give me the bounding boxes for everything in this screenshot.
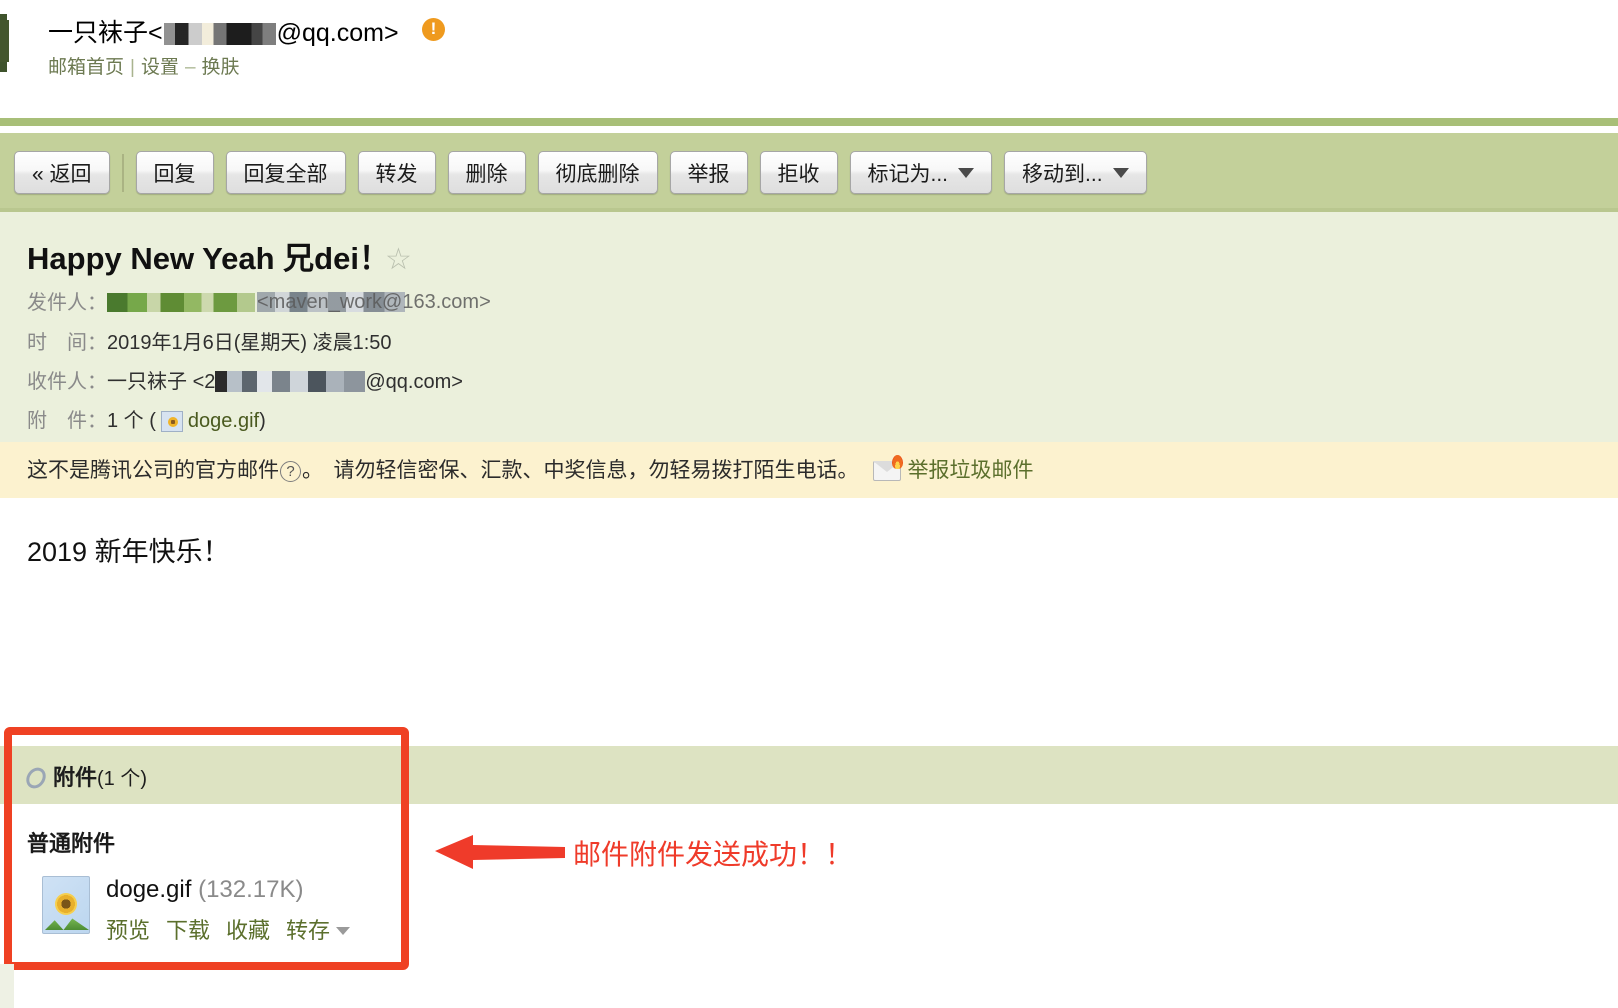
mark-as-button[interactable]: 标记为... xyxy=(849,151,993,194)
account-warning-badge[interactable]: ! xyxy=(422,18,445,41)
mail-subject: Happy New Yeah 兄dei！ xyxy=(27,241,390,276)
move-to-button[interactable]: 移动到... xyxy=(1004,151,1147,194)
date-label: 时 间： xyxy=(27,332,107,354)
warning-text-line: 这不是腾讯公司的官方邮件?。 请勿轻信密保、汇款、中奖信息，勿轻易拨打陌生电话。… xyxy=(27,454,1034,484)
to-address-prefix: <2 xyxy=(192,371,216,393)
mail-body: 2019 新年快乐！ xyxy=(0,498,1618,738)
help-question-icon[interactable]: ? xyxy=(280,461,301,482)
paperclip-icon xyxy=(22,763,50,793)
annotation-arrow-icon xyxy=(435,835,565,869)
from-label: 发件人： xyxy=(27,292,107,314)
reply-button[interactable]: 回复 xyxy=(135,151,214,194)
mail-toolbar: « 返回 回复 回复全部 转发 删除 彻底删除 举报 拒收 标记为... 移动到… xyxy=(0,133,1618,208)
delete-button[interactable]: 删除 xyxy=(447,151,526,194)
mark-as-label: 标记为... xyxy=(867,162,949,186)
annotation-text: 邮件附件发送成功！！ xyxy=(573,839,854,870)
move-to-label: 移动到... xyxy=(1022,162,1103,186)
attachment-row: 附 件：1 个 ( doge.gif) xyxy=(27,404,266,433)
from-row: 发件人： <maven_work@163.com> xyxy=(27,286,491,315)
attachment-file-row: doge.gif (132.17K) xyxy=(106,876,303,904)
attachment-count: 1 个 ( xyxy=(107,410,156,432)
mailbox-home-link[interactable]: 邮箱首页 xyxy=(48,57,124,78)
forward-button[interactable]: 转发 xyxy=(357,151,436,194)
attachment-label: 附 件： xyxy=(27,410,107,432)
delete-forever-button[interactable]: 彻底删除 xyxy=(537,151,658,194)
attachment-bar-title: 附件 xyxy=(53,765,98,790)
image-thumbnail-icon xyxy=(160,411,183,432)
date-value: 2019年1月6日(星期天) 凌晨1:50 xyxy=(107,332,392,354)
attachment-file-size: (132.17K) xyxy=(198,876,304,903)
preview-action[interactable]: 预览 xyxy=(106,918,150,943)
date-row: 时 间：2019年1月6日(星期天) 凌晨1:50 xyxy=(27,326,392,355)
left-edge-decoration-2 xyxy=(0,20,9,62)
from-address: <maven_work@163.com> xyxy=(257,291,491,313)
report-button[interactable]: 举报 xyxy=(669,151,748,194)
links-dash: – xyxy=(184,57,196,78)
attachment-filename-link[interactable]: doge.gif xyxy=(188,410,259,432)
favorite-action[interactable]: 收藏 xyxy=(226,918,270,943)
to-row: 收件人：一只袜子 <2 @qq.com> xyxy=(27,365,463,394)
bottom-left-strip xyxy=(0,964,14,1008)
redacted-sender-name xyxy=(107,293,255,312)
attachment-kind-title: 普通附件 xyxy=(27,831,116,856)
file-thumbnail-icon[interactable] xyxy=(42,876,90,934)
warning-text-part2: 。 请勿轻信密保、汇款、中奖信息，勿轻易拨打陌生电话。 xyxy=(302,459,859,482)
account-name: 一只袜子 xyxy=(48,19,149,47)
account-links: 邮箱首页 | 设置 – 换肤 xyxy=(48,52,240,79)
attachment-section-title: 附件(1 个) xyxy=(22,760,148,793)
download-action[interactable]: 下载 xyxy=(166,918,210,943)
toolbar-button-row: « 返回 回复 回复全部 转发 删除 彻底删除 举报 拒收 标记为... 移动到… xyxy=(14,151,1159,194)
attachment-file-name[interactable]: doge.gif xyxy=(106,876,191,903)
back-button[interactable]: « 返回 xyxy=(14,151,110,194)
chevron-down-icon xyxy=(958,167,975,178)
to-label: 收件人： xyxy=(27,371,107,393)
attachment-section-bar: 附件(1 个) xyxy=(0,746,1618,804)
report-spam-link[interactable]: 举报垃圾邮件 xyxy=(908,459,1034,482)
redacted-account-id xyxy=(163,23,276,45)
account-name-line: 一只袜子< @qq.com> xyxy=(48,13,399,49)
warning-text-part1: 这不是腾讯公司的官方邮件 xyxy=(27,459,279,482)
qq-mail-read-page: 一只袜子< @qq.com> ! 邮箱首页 | 设置 – 换肤 « 返回 回复 回复全部 … xyxy=(0,0,1618,1008)
mail-header: Happy New Yeah 兄dei！ ☆ 发件人： <maven_work@1… xyxy=(0,212,1618,517)
reply-all-button[interactable]: 回复全部 xyxy=(225,151,346,194)
to-address-suffix: @qq.com> xyxy=(365,371,463,393)
mail-body-text: 2019 新年快乐！ xyxy=(27,537,230,567)
from-address-wrap: <maven_work@163.com> xyxy=(257,291,491,315)
attachment-actions: 预览 下载 收藏 转存 xyxy=(106,913,366,945)
account-email-prefix: < xyxy=(148,19,163,47)
toolbar-divider xyxy=(121,153,124,192)
attachment-bar-count: (1 个) xyxy=(97,768,148,790)
settings-link[interactable]: 设置 xyxy=(141,57,179,78)
star-icon[interactable]: ☆ xyxy=(385,242,412,277)
skin-link[interactable]: 换肤 xyxy=(202,57,240,78)
reject-button[interactable]: 拒收 xyxy=(759,151,838,194)
to-name: 一只袜子 xyxy=(107,371,187,393)
chevron-down-icon[interactable] xyxy=(336,927,351,935)
spam-warning-strip: 这不是腾讯公司的官方邮件?。 请勿轻信密保、汇款、中奖信息，勿轻易拨打陌生电话。… xyxy=(0,442,1618,498)
account-email-suffix: @qq.com> xyxy=(276,19,399,47)
toolbar-top-rule xyxy=(0,118,1618,126)
account-bar: 一只袜子< @qq.com> ! 邮箱首页 | 设置 – 换肤 xyxy=(0,0,1618,118)
save-as-action[interactable]: 转存 xyxy=(286,918,330,943)
attachment-close-paren: ) xyxy=(259,410,266,432)
links-separator: | xyxy=(130,57,135,78)
chevron-down-icon xyxy=(1112,167,1129,178)
report-spam-icon[interactable] xyxy=(872,455,903,481)
redacted-recipient-id xyxy=(215,371,366,392)
